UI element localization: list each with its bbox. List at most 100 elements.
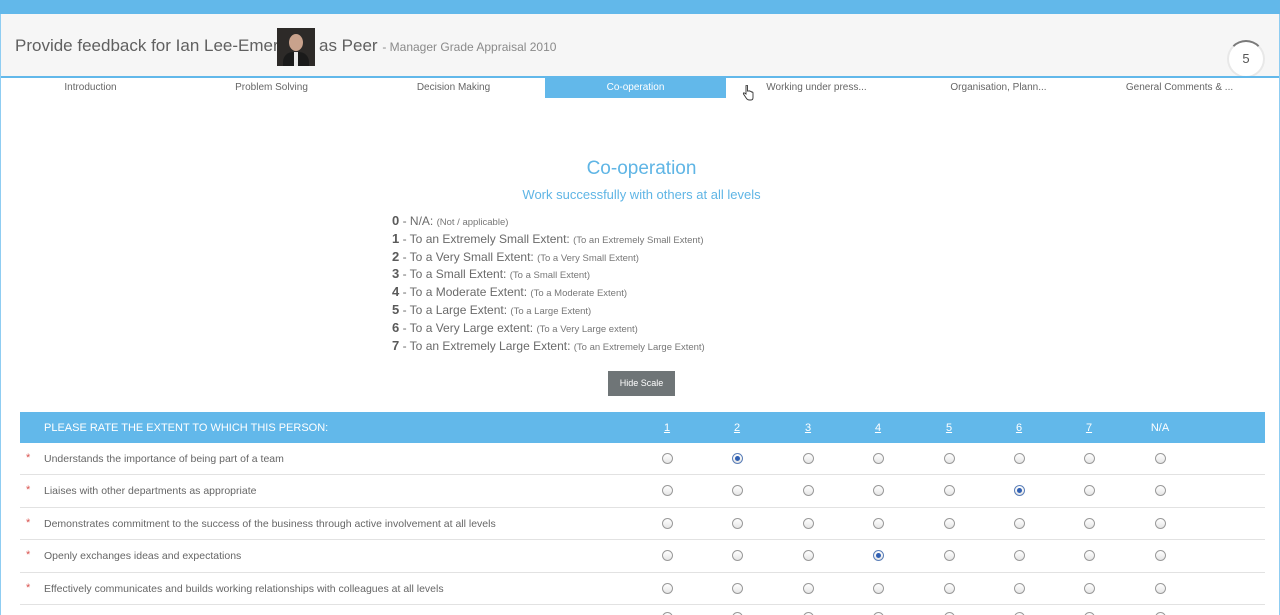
rating-radio[interactable]	[1014, 485, 1025, 497]
tab-introduction[interactable]: Introduction	[0, 78, 181, 98]
rating-table: PLEASE RATE THE EXTENT TO WHICH THIS PER…	[20, 412, 1265, 615]
scale-row: 6 - To a Very Large extent: (To a Very L…	[392, 320, 705, 338]
tab-co-operation[interactable]: Co-operation	[545, 78, 726, 98]
scale-note: (To an Extremely Large Extent)	[573, 341, 705, 353]
scale-label: - To a Large Extent:	[399, 302, 511, 317]
tab-organisation-plann[interactable]: Organisation, Plann...	[908, 78, 1089, 98]
row-label: Demonstrates commitment to the success o…	[44, 517, 496, 530]
rating-scale-legend: 0 - N/A: (Not / applicable) 1 - To an Ext…	[392, 213, 705, 355]
scale-row: 2 - To a Very Small Extent: (To a Very S…	[392, 249, 705, 267]
column-header-1[interactable]: 1	[652, 422, 682, 434]
scale-label: - To an Extremely Small Extent:	[399, 231, 574, 246]
rating-radio[interactable]	[873, 453, 884, 464]
required-icon: *	[26, 452, 31, 464]
rating-radio[interactable]	[1014, 582, 1025, 594]
table-row: * Understands the importance of being par…	[20, 443, 1265, 476]
required-icon: *	[26, 581, 31, 594]
scale-label: - To a Small Extent:	[399, 267, 510, 282]
rating-radio[interactable]	[1155, 453, 1166, 464]
rating-radio[interactable]	[732, 453, 743, 464]
header-role-line: as Peer - Manager Grade Appraisal 2010	[319, 36, 556, 56]
rating-radio[interactable]	[803, 550, 814, 562]
row-label: Openly exchanges ideas and expectations	[44, 550, 242, 563]
rating-radio[interactable]	[873, 582, 884, 594]
hide-scale-button[interactable]: Hide Scale	[608, 371, 675, 396]
page-title: Provide feedback for Ian Lee-Emery	[15, 36, 288, 55]
rating-radio[interactable]	[732, 485, 743, 497]
rating-radio[interactable]	[803, 517, 814, 529]
rating-radio[interactable]	[1084, 550, 1095, 562]
column-header-4[interactable]: 4	[863, 422, 893, 434]
table-row	[20, 605, 1265, 615]
scale-label: - To an Extremely Large Extent:	[399, 338, 574, 353]
rating-radio[interactable]	[662, 550, 673, 562]
rating-radio[interactable]	[803, 453, 814, 464]
rating-radio[interactable]	[944, 582, 955, 594]
rating-radio[interactable]	[732, 550, 743, 562]
scale-note: (To a Very Large extent)	[536, 323, 638, 335]
top-accent-bar	[0, 0, 1280, 14]
page-border-left	[0, 76, 1, 615]
tab-decision-making[interactable]: Decision Making	[363, 78, 544, 98]
rating-radio[interactable]	[803, 582, 814, 594]
scale-label: - To a Very Large extent:	[399, 320, 537, 335]
reviewer-role: as Peer	[319, 36, 378, 55]
scale-label: - To a Very Small Extent:	[399, 249, 538, 264]
rating-radio[interactable]	[944, 517, 955, 529]
scale-row: 7 - To an Extremely Large Extent: (To an…	[392, 338, 705, 356]
required-icon: *	[26, 484, 31, 497]
rating-radio[interactable]	[1084, 485, 1095, 497]
progress-counter: 5	[1227, 40, 1265, 78]
scale-note: (To a Very Small Extent)	[537, 252, 639, 264]
rating-radio[interactable]	[873, 485, 884, 497]
scale-note: (To a Small Extent)	[509, 270, 590, 282]
rating-radio[interactable]	[1084, 453, 1095, 464]
rating-radio[interactable]	[803, 485, 814, 497]
scale-row: 4 - To a Moderate Extent: (To a Moderate…	[392, 284, 705, 302]
column-header-7[interactable]: 7	[1074, 422, 1104, 434]
scale-row: 3 - To a Small Extent: (To a Small Exten…	[392, 266, 705, 284]
scale-note: (To a Large Extent)	[510, 305, 592, 317]
hand-cursor-icon	[742, 85, 754, 101]
column-header-6[interactable]: 6	[1004, 422, 1034, 434]
row-label: Liaises with other departments as approp…	[44, 485, 257, 498]
rating-radio[interactable]	[1155, 517, 1166, 529]
rating-radio[interactable]	[1084, 517, 1095, 529]
required-icon: *	[26, 516, 31, 529]
rating-radio[interactable]	[732, 582, 743, 594]
tab-problem-solving[interactable]: Problem Solving	[181, 78, 362, 98]
rating-radio[interactable]	[1014, 453, 1025, 464]
column-header-5[interactable]: 5	[934, 422, 964, 434]
avatar	[277, 28, 315, 66]
rating-radio[interactable]	[662, 485, 673, 497]
table-row: * Liaises with other departments as appro…	[20, 475, 1265, 508]
scale-label: - To a Moderate Extent:	[399, 285, 531, 300]
rating-radio[interactable]	[1155, 550, 1166, 562]
rating-radio[interactable]	[944, 453, 955, 464]
column-header-2[interactable]: 2	[722, 422, 752, 434]
tab-general-comments[interactable]: General Comments & ...	[1089, 78, 1270, 98]
rating-radio[interactable]	[944, 550, 955, 562]
column-header-3[interactable]: 3	[793, 422, 823, 434]
scale-note: (Not / applicable)	[436, 217, 509, 228]
page-header: Provide feedback for Ian Lee-Emery as Pe…	[0, 14, 1280, 78]
rating-radio[interactable]	[1155, 485, 1166, 497]
scale-row: 0 - N/A: (Not / applicable)	[392, 213, 705, 231]
section-tabs: Introduction Problem Solving Decision Maki…	[0, 76, 1280, 98]
rating-radio[interactable]	[662, 582, 673, 594]
rating-radio[interactable]	[662, 453, 673, 464]
rating-radio[interactable]	[732, 517, 743, 529]
table-row: * Openly exchanges ideas and expectations	[20, 540, 1265, 573]
rating-radio[interactable]	[873, 550, 884, 562]
rating-radio[interactable]	[1084, 582, 1095, 594]
rating-radio[interactable]	[1014, 550, 1025, 562]
rating-radio[interactable]	[1155, 582, 1166, 594]
rating-instruction: PLEASE RATE THE EXTENT TO WHICH THIS PER…	[44, 422, 329, 434]
table-row: * Effectively communicates and builds wor…	[20, 573, 1265, 605]
rating-radio[interactable]	[1014, 517, 1025, 529]
row-label: Effectively communicates and builds work…	[44, 582, 444, 595]
section-subtitle: Work successfully with others at all lev…	[522, 187, 761, 202]
rating-radio[interactable]	[873, 517, 884, 529]
rating-radio[interactable]	[944, 485, 955, 497]
rating-radio[interactable]	[662, 517, 673, 529]
